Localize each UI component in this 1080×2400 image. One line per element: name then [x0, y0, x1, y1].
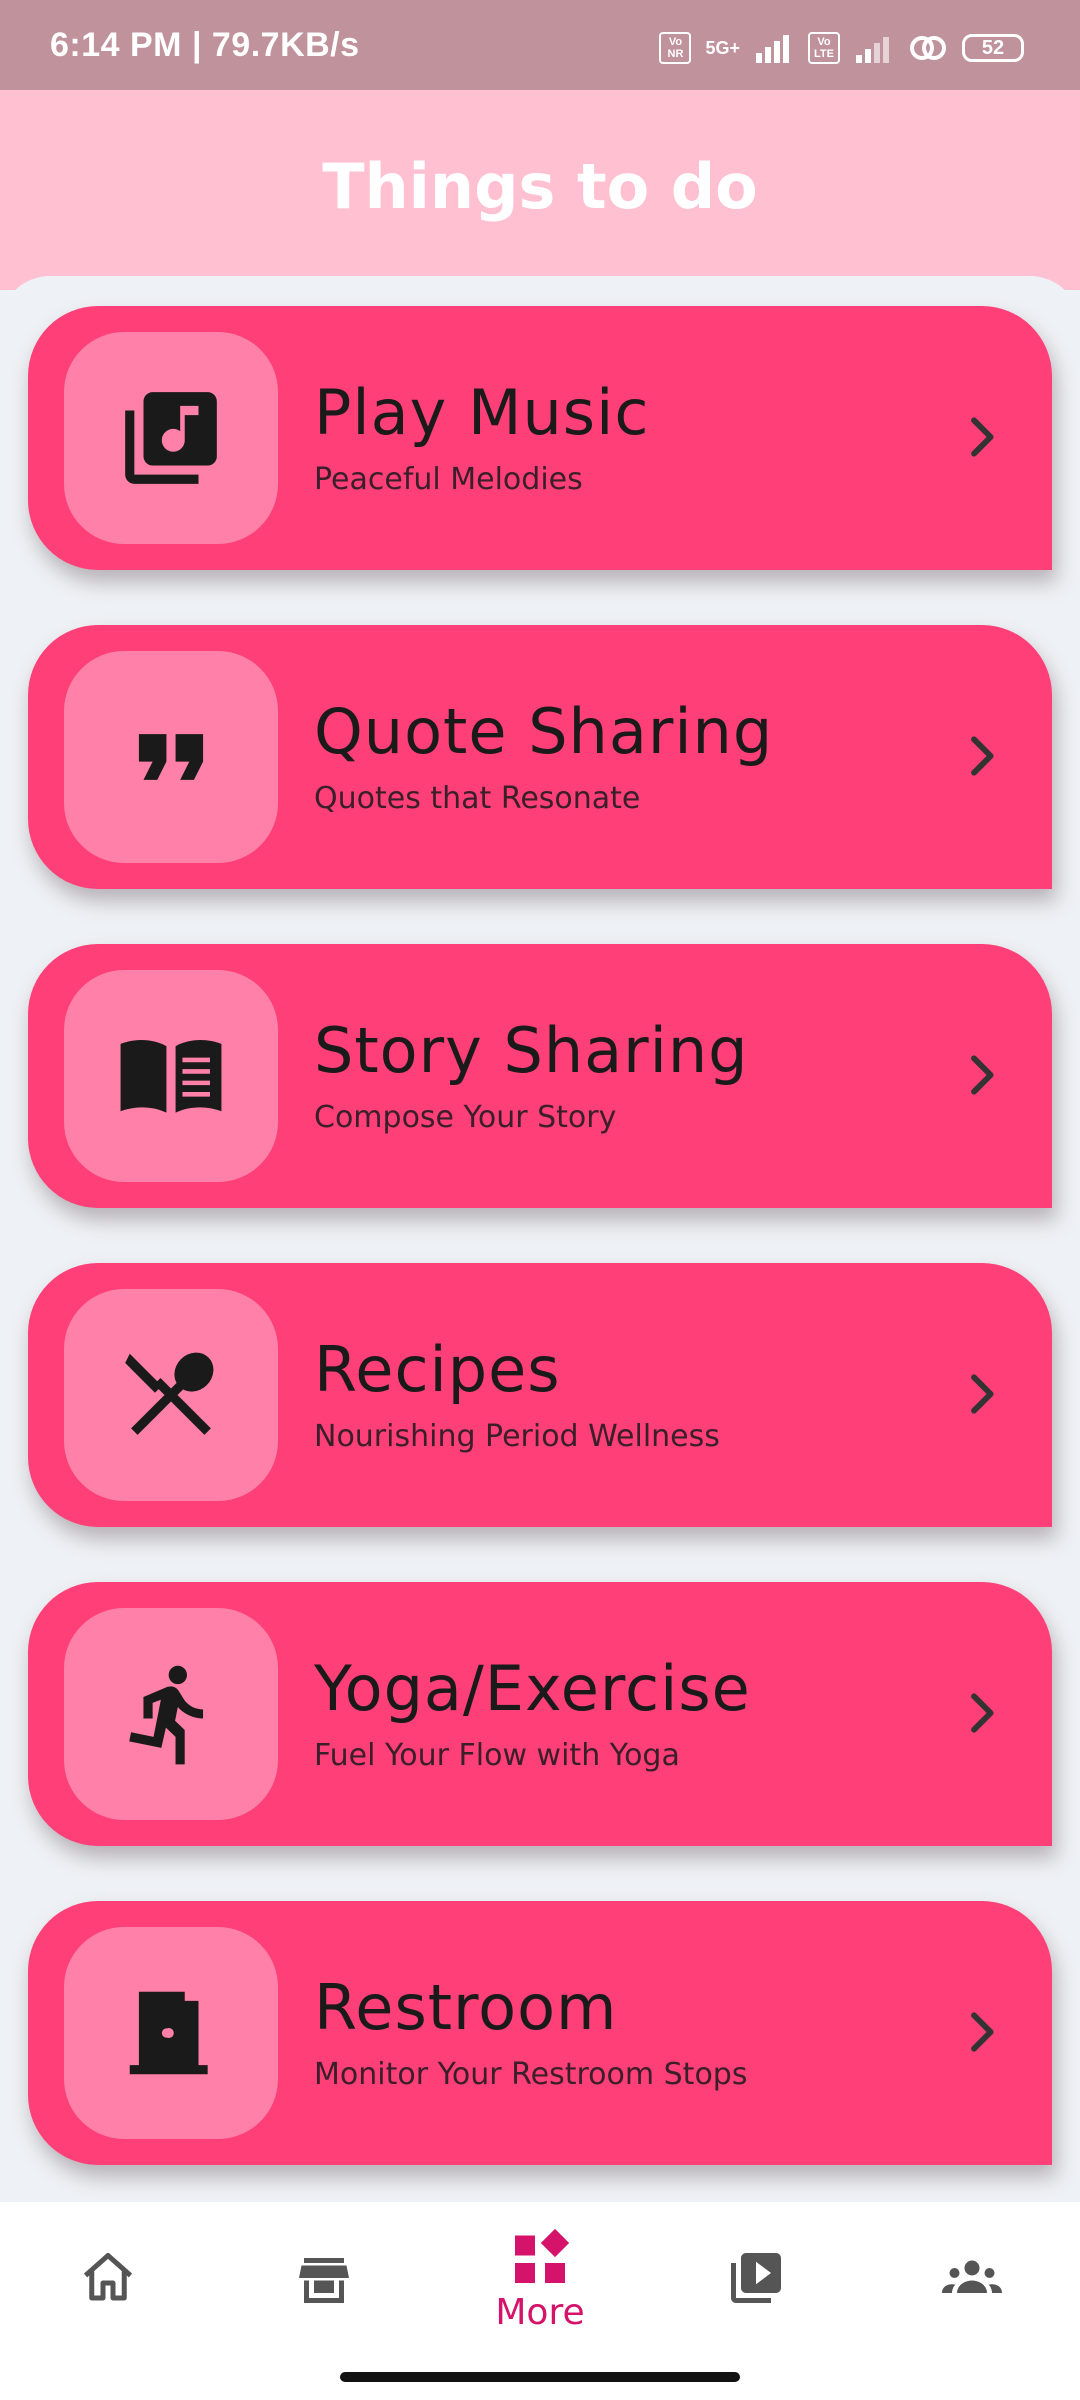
door-icon	[129, 1991, 208, 2075]
card-subtitle: Compose Your Story	[314, 1100, 617, 1135]
card-subtitle: Nourishing Period Wellness	[314, 1419, 720, 1454]
card-subtitle: Peaceful Melodies	[314, 462, 583, 497]
card-title: Recipes	[314, 1333, 561, 1406]
card-story-sharing[interactable]: Story Sharing Compose Your Story	[28, 944, 1052, 1208]
utensils-icon	[125, 1352, 214, 1435]
card-recipes[interactable]: Recipes Nourishing Period Wellness	[28, 1263, 1052, 1527]
hotspot-link-icon	[910, 36, 946, 60]
card-title: Restroom	[314, 1971, 618, 2044]
bottom-navigation: More	[0, 2202, 1080, 2400]
nav-item-videos[interactable]	[686, 2248, 826, 2358]
card-yoga-exercise[interactable]: Yoga/Exercise Fuel Your Flow with Yoga	[28, 1582, 1052, 1846]
card-title: Quote Sharing	[314, 695, 774, 768]
signal-strength-2-icon	[856, 37, 889, 63]
open-book-icon	[120, 1040, 222, 1113]
card-quote-sharing[interactable]: Quote Sharing Quotes that Resonate	[28, 625, 1052, 889]
groups-icon	[942, 2260, 1002, 2293]
signal-strength-icon	[756, 35, 789, 63]
card-subtitle: Monitor Your Restroom Stops	[314, 2057, 748, 2092]
battery-icon: 52	[962, 34, 1024, 62]
card-title: Yoga/Exercise	[314, 1652, 751, 1725]
card-icon-box	[64, 1608, 278, 1820]
format-quote-icon	[138, 734, 204, 780]
running-person-icon	[129, 1665, 204, 1765]
network-type-label: 5G+	[705, 37, 740, 58]
chevron-right-icon	[971, 736, 994, 776]
card-subtitle: Quotes that Resonate	[314, 781, 641, 816]
gesture-home-bar[interactable]	[340, 2372, 740, 2382]
nav-label-more: More	[495, 2292, 585, 2333]
status-time-speed: 6:14 PM | 79.7KB/s	[50, 26, 360, 64]
volte-nr-icon: Vo NR	[659, 32, 692, 64]
card-icon-box	[64, 651, 278, 863]
nav-item-home[interactable]	[38, 2248, 178, 2358]
card-play-music[interactable]: Play Music Peaceful Melodies	[28, 306, 1052, 570]
nav-item-community[interactable]	[902, 2248, 1042, 2358]
page-title: Things to do	[322, 150, 758, 223]
card-subtitle: Fuel Your Flow with Yoga	[314, 1738, 680, 1773]
chevron-right-icon	[971, 2012, 994, 2052]
home-icon	[83, 2253, 133, 2301]
card-icon-box	[64, 1289, 278, 1501]
card-restroom[interactable]: Restroom Monitor Your Restroom Stops	[28, 1901, 1052, 2165]
video-library-icon	[731, 2253, 781, 2303]
card-title: Story Sharing	[314, 1014, 749, 1087]
nav-item-store[interactable]	[254, 2248, 394, 2358]
chevron-right-icon	[971, 1693, 994, 1733]
chevron-right-icon	[971, 1055, 994, 1095]
dashboard-icon	[515, 2228, 570, 2283]
status-bar: 6:14 PM | 79.7KB/s Vo NR 5G+ Vo LTE 52	[0, 0, 1080, 90]
card-icon-box	[64, 970, 278, 1182]
store-icon	[299, 2258, 349, 2303]
music-library-icon	[125, 392, 217, 484]
card-icon-box	[64, 1927, 278, 2139]
card-title: Play Music	[314, 376, 650, 449]
chevron-right-icon	[971, 417, 994, 457]
nav-item-more[interactable]: More	[470, 2228, 610, 2338]
chevron-right-icon	[971, 1374, 994, 1414]
status-icons: Vo NR 5G+ Vo LTE 52	[659, 28, 1024, 68]
card-icon-box	[64, 332, 278, 544]
volte-lte-icon: Vo LTE	[808, 32, 840, 64]
